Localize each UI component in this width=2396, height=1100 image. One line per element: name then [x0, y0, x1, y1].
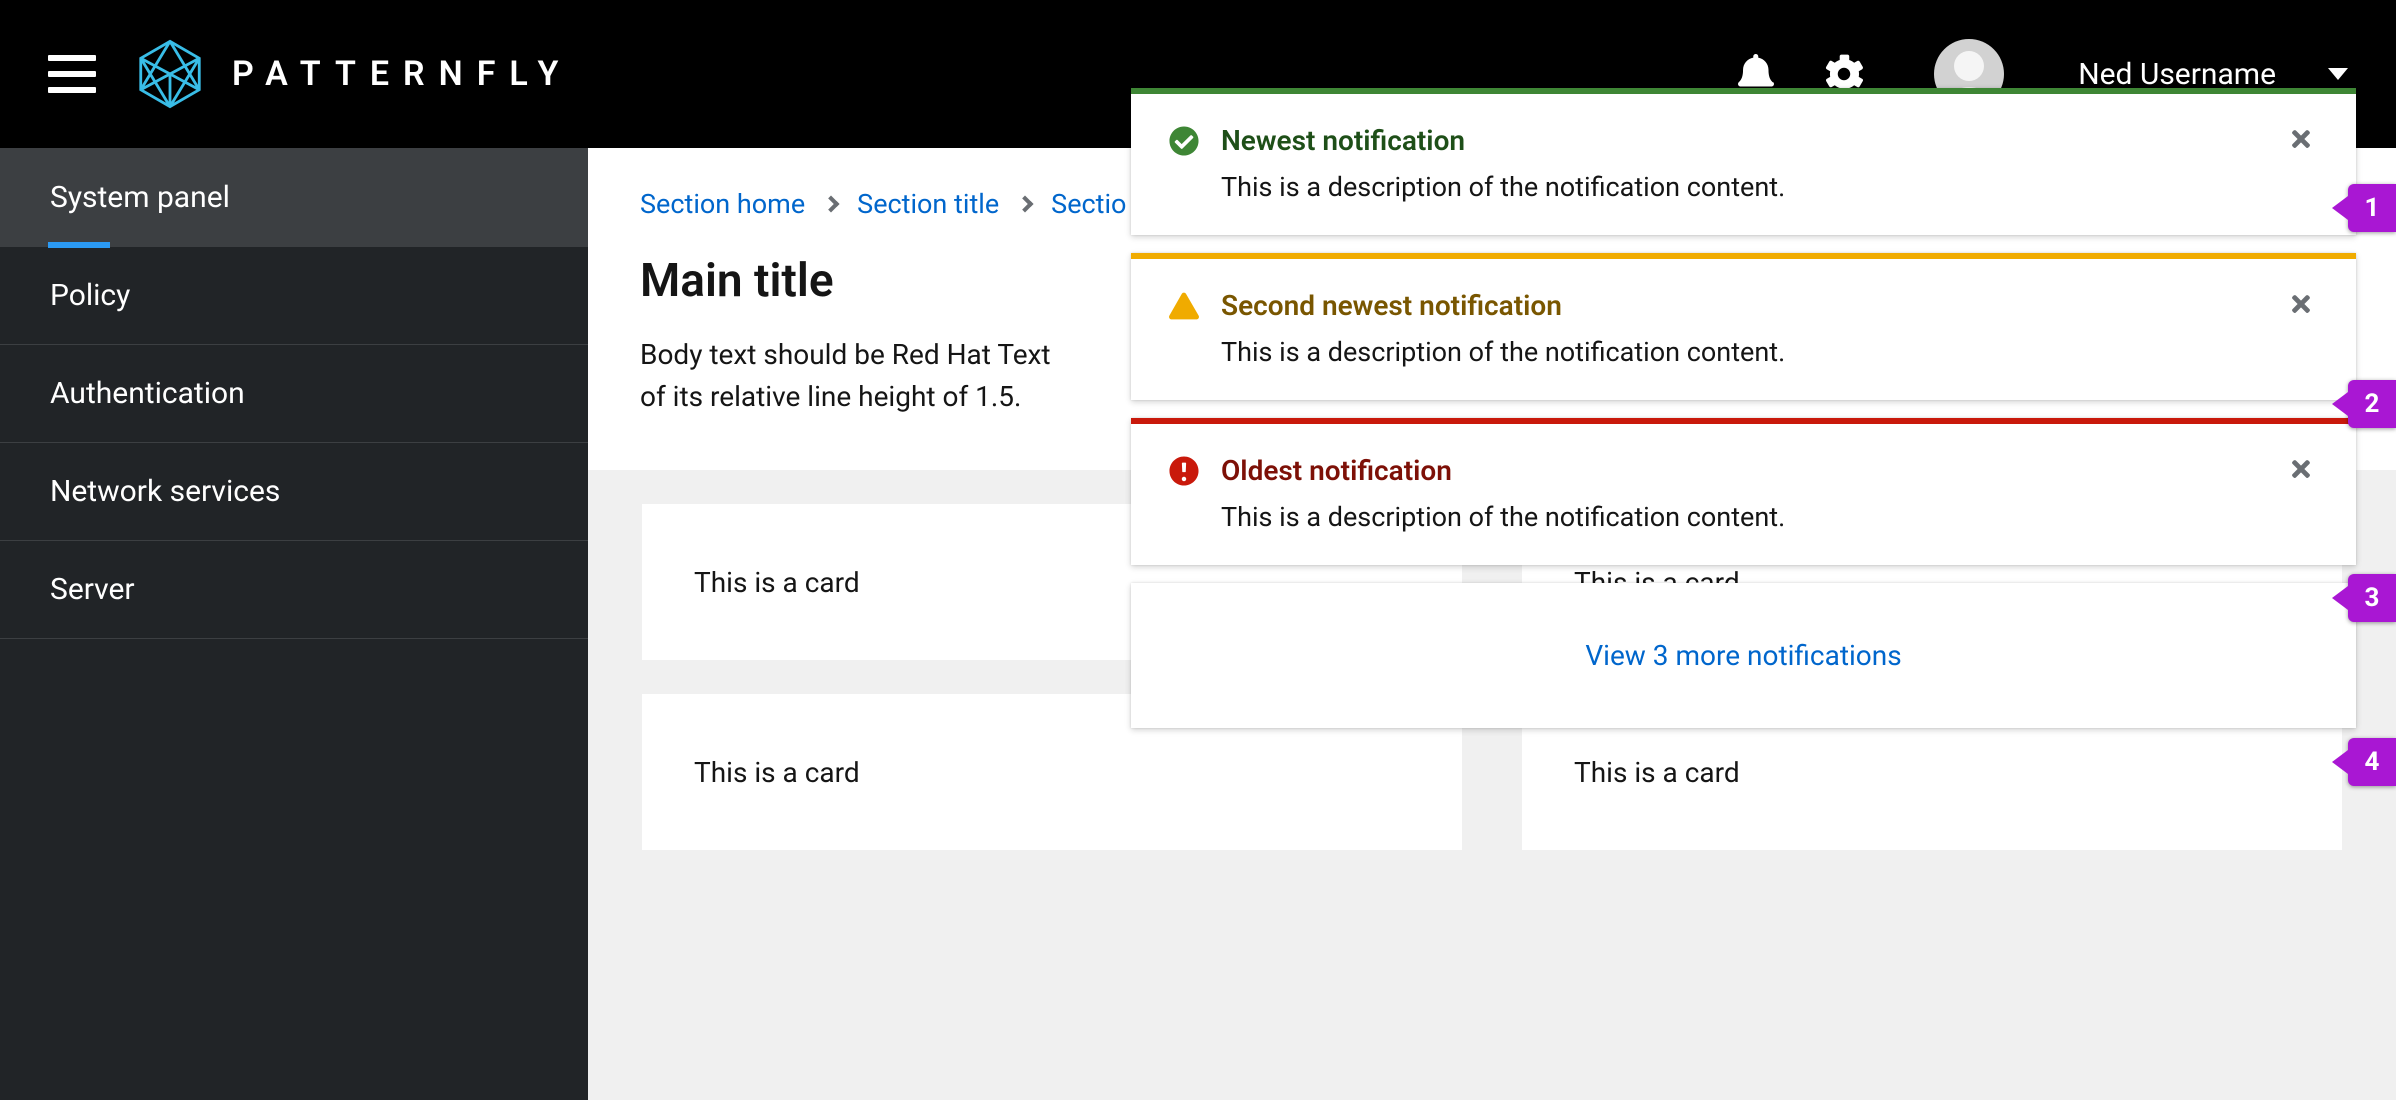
- sidebar-item-policy[interactable]: Policy: [0, 247, 588, 345]
- brand-logo[interactable]: PATTERNFLY: [134, 38, 572, 110]
- alert-success: Newest notification This is a descriptio…: [1131, 88, 2356, 235]
- user-name: Ned Username: [2078, 57, 2276, 92]
- alert-title: Oldest notification: [1221, 454, 2262, 487]
- sidebar-item-label: Policy: [50, 278, 130, 313]
- chevron-right-icon: [823, 196, 840, 213]
- alert-close-button[interactable]: [2284, 124, 2318, 157]
- card-text: This is a card: [1574, 756, 1740, 789]
- user-dropdown[interactable]: Ned Username: [2078, 57, 2348, 92]
- alert-description: This is a description of the notificatio…: [1221, 171, 2262, 203]
- close-icon: [2288, 126, 2314, 152]
- alert-warning: Second newest notification This is a des…: [1131, 253, 2356, 400]
- sidebar-item-label: System panel: [50, 180, 230, 215]
- alert-title: Newest notification: [1221, 124, 2262, 157]
- sidebar-item-label: Server: [50, 572, 135, 607]
- nav-toggle-button[interactable]: [48, 55, 96, 93]
- alert-description: This is a description of the notificatio…: [1221, 336, 2262, 368]
- close-icon: [2288, 456, 2314, 482]
- sidebar-item-network-services[interactable]: Network services: [0, 443, 588, 541]
- sidebar-item-system-panel[interactable]: System panel: [0, 149, 588, 247]
- page-description-line: of its relative line height of 1.5.: [640, 380, 1021, 413]
- patternfly-logo-icon: [134, 38, 206, 110]
- close-icon: [2288, 291, 2314, 317]
- check-circle-icon: [1169, 126, 1199, 156]
- app-root: PATTERNFLY Ned Username System panel Pol…: [0, 0, 2396, 1100]
- sidebar-item-label: Authentication: [50, 376, 245, 411]
- alert-description: This is a description of the notificatio…: [1221, 501, 2262, 533]
- alert-group: Newest notification This is a descriptio…: [1131, 88, 2396, 728]
- breadcrumb-link[interactable]: Section home: [640, 188, 805, 220]
- sidebar-nav: System panel Policy Authentication Netwo…: [0, 148, 588, 1100]
- alert-close-button[interactable]: [2284, 289, 2318, 322]
- breadcrumb-link[interactable]: Section title: [857, 188, 999, 220]
- card-text: This is a card: [694, 756, 860, 789]
- chevron-right-icon: [1017, 196, 1034, 213]
- card-text: This is a card: [694, 566, 860, 599]
- sidebar-item-authentication[interactable]: Authentication: [0, 345, 588, 443]
- overflow-link[interactable]: View 3 more notifications: [1585, 639, 1901, 672]
- breadcrumb-link[interactable]: Sectio: [1051, 188, 1126, 220]
- exclamation-circle-icon: [1169, 456, 1199, 486]
- exclamation-triangle-icon: [1169, 291, 1199, 321]
- page-description-line: Body text should be Red Hat Text: [640, 338, 1051, 371]
- sidebar-item-label: Network services: [50, 474, 280, 509]
- caret-down-icon: [2328, 68, 2348, 80]
- brand-text: PATTERNFLY: [232, 54, 572, 94]
- alert-overflow: View 3 more notifications: [1131, 583, 2356, 728]
- alert-danger: Oldest notification This is a descriptio…: [1131, 418, 2356, 565]
- alert-title: Second newest notification: [1221, 289, 2262, 322]
- alert-close-button[interactable]: [2284, 454, 2318, 487]
- sidebar-item-server[interactable]: Server: [0, 541, 588, 639]
